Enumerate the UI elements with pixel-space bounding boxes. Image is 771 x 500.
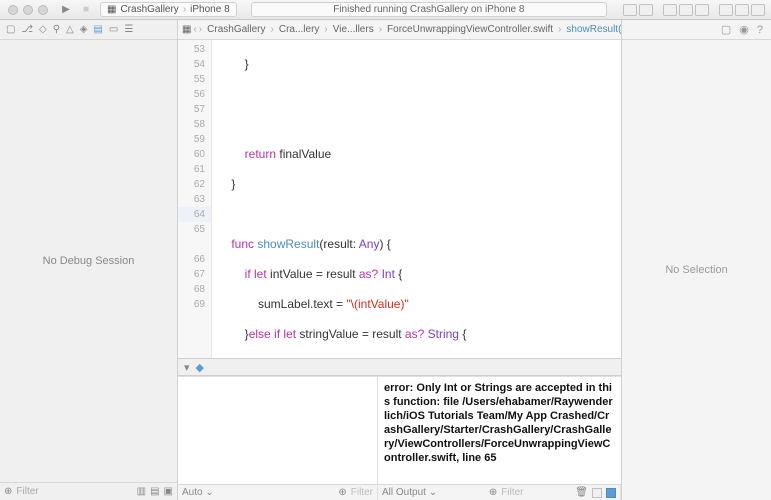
chevron-right-icon: ›: [183, 4, 186, 15]
status-text: Finished running CrashGallery on iPhone …: [333, 4, 524, 15]
source-control-icon[interactable]: ⎇: [21, 24, 33, 35]
window-controls: [0, 5, 56, 15]
scheme-selector[interactable]: ▦ CrashGallery › iPhone 8: [100, 2, 237, 17]
console-output[interactable]: error: Only Int or Strings are accepted …: [378, 377, 621, 484]
back-button[interactable]: ‹: [193, 24, 196, 35]
scheme-target-label: CrashGallery: [120, 4, 178, 15]
debug-area: error: Only Int or Strings are accepted …: [178, 376, 621, 484]
inspector-selector-bar: ▢ ◉ ?: [622, 20, 771, 40]
filter-scope-icon[interactable]: ▥: [137, 486, 146, 497]
zoom-icon[interactable]: [38, 5, 48, 15]
find-icon[interactable]: ⚲: [53, 24, 60, 35]
vars-filter-icon[interactable]: ⊕: [338, 487, 346, 498]
jump-bar[interactable]: ▦ ‹ › CrashGallery› Cra...lery› Vie...ll…: [178, 20, 621, 40]
debug-icon[interactable]: ▤: [93, 24, 102, 35]
editor-assistant-button[interactable]: [679, 4, 693, 16]
breakpoints-toggle-icon[interactable]: ◆: [196, 361, 204, 374]
navigator-filter-input[interactable]: Filter: [16, 486, 132, 497]
symbol-icon[interactable]: ◇: [39, 24, 47, 35]
crumb-folder[interactable]: Cra...lery: [276, 24, 323, 35]
debug-bar: ▾ ◆: [178, 358, 621, 376]
inspector-panel: ▢ ◉ ? No Selection: [621, 20, 771, 500]
help-inspector-icon[interactable]: ?: [757, 24, 763, 36]
filter-icon[interactable]: ⊕: [4, 486, 12, 497]
app-icon: ▦: [107, 4, 116, 15]
close-icon[interactable]: [8, 5, 18, 15]
navigator-panel: ▢ ⎇ ◇ ⚲ △ ◈ ▤ ▭ ☰ No Debug Session ⊕ Fil…: [0, 20, 178, 500]
toggle-vars-icon[interactable]: [592, 488, 602, 498]
toggle-bottom-panel-button[interactable]: [735, 4, 749, 16]
clear-console-icon[interactable]: 🗑: [575, 487, 588, 498]
hide-debug-icon[interactable]: ▾: [184, 361, 190, 374]
minimize-icon[interactable]: [23, 5, 33, 15]
stop-button[interactable]: ■: [76, 4, 96, 15]
code-content[interactable]: } return finalValue } func showResult(re…: [212, 40, 621, 358]
main-toolbar: ▶ ■ ▦ CrashGallery › iPhone 8 Finished r…: [0, 0, 771, 20]
navigator-filter-bar: ⊕ Filter ▥ ▤ ▣: [0, 482, 177, 500]
debug-footer: Auto ⌄ ⊕ Filter All Output ⌄ ⊕ Filter 🗑: [178, 484, 621, 500]
crumb-project[interactable]: CrashGallery: [204, 24, 268, 35]
navigator-empty-state: No Debug Session: [0, 40, 177, 482]
toolbar-right-group: [617, 4, 771, 16]
issue-icon[interactable]: △: [66, 24, 74, 35]
variables-view[interactable]: [178, 377, 378, 484]
output-scope-selector[interactable]: All Output ⌄: [382, 487, 437, 498]
crumb-group[interactable]: Vie...llers: [330, 24, 377, 35]
report-icon[interactable]: ☰: [124, 24, 133, 35]
scheme-device-label: iPhone 8: [190, 4, 229, 15]
main-area: ▢ ⎇ ◇ ⚲ △ ◈ ▤ ▭ ☰ No Debug Session ⊕ Fil…: [0, 20, 771, 500]
related-items-icon[interactable]: ▦: [182, 24, 191, 35]
filter-scm-icon[interactable]: ▣: [164, 486, 173, 497]
no-debug-label: No Debug Session: [43, 255, 135, 267]
filter-recent-icon[interactable]: ▤: [150, 486, 159, 497]
editor-standard-button[interactable]: [663, 4, 677, 16]
toggle-console-icon[interactable]: [606, 488, 616, 498]
breakpoint-icon[interactable]: ▭: [109, 24, 118, 35]
source-editor[interactable]: 5354555657585960616263646566676869 } ret…: [178, 40, 621, 358]
run-button[interactable]: ▶: [56, 4, 76, 15]
inspector-empty-state: No Selection: [622, 40, 771, 500]
test-icon[interactable]: ◈: [80, 24, 88, 35]
plus-button[interactable]: [623, 4, 637, 16]
auto-scope-selector[interactable]: Auto ⌄: [182, 487, 214, 498]
line-gutter: 5354555657585960616263646566676869: [178, 40, 212, 358]
navigator-selector-bar: ▢ ⎇ ◇ ⚲ △ ◈ ▤ ▭ ☰: [0, 20, 177, 40]
crumb-file[interactable]: ForceUnwrappingViewController.swift: [384, 24, 556, 35]
console-text: error: Only Int or Strings are accepted …: [384, 382, 613, 464]
toggle-left-panel-button[interactable]: [719, 4, 733, 16]
toggle-right-panel-button[interactable]: [751, 4, 765, 16]
activity-status: Finished running CrashGallery on iPhone …: [251, 2, 607, 17]
library-button[interactable]: [639, 4, 653, 16]
editor-version-button[interactable]: [695, 4, 709, 16]
vars-filter-input[interactable]: Filter: [351, 487, 373, 498]
editor-area: ▦ ‹ › CrashGallery› Cra...lery› Vie...ll…: [178, 20, 621, 500]
console-filter-icon[interactable]: ⊕: [489, 487, 497, 498]
no-selection-label: No Selection: [665, 264, 727, 276]
folder-icon[interactable]: ▢: [6, 24, 15, 35]
forward-button[interactable]: ›: [199, 24, 202, 35]
file-inspector-icon[interactable]: ▢: [721, 23, 731, 36]
console-filter-input[interactable]: Filter: [501, 487, 523, 498]
history-inspector-icon[interactable]: ◉: [739, 23, 749, 36]
